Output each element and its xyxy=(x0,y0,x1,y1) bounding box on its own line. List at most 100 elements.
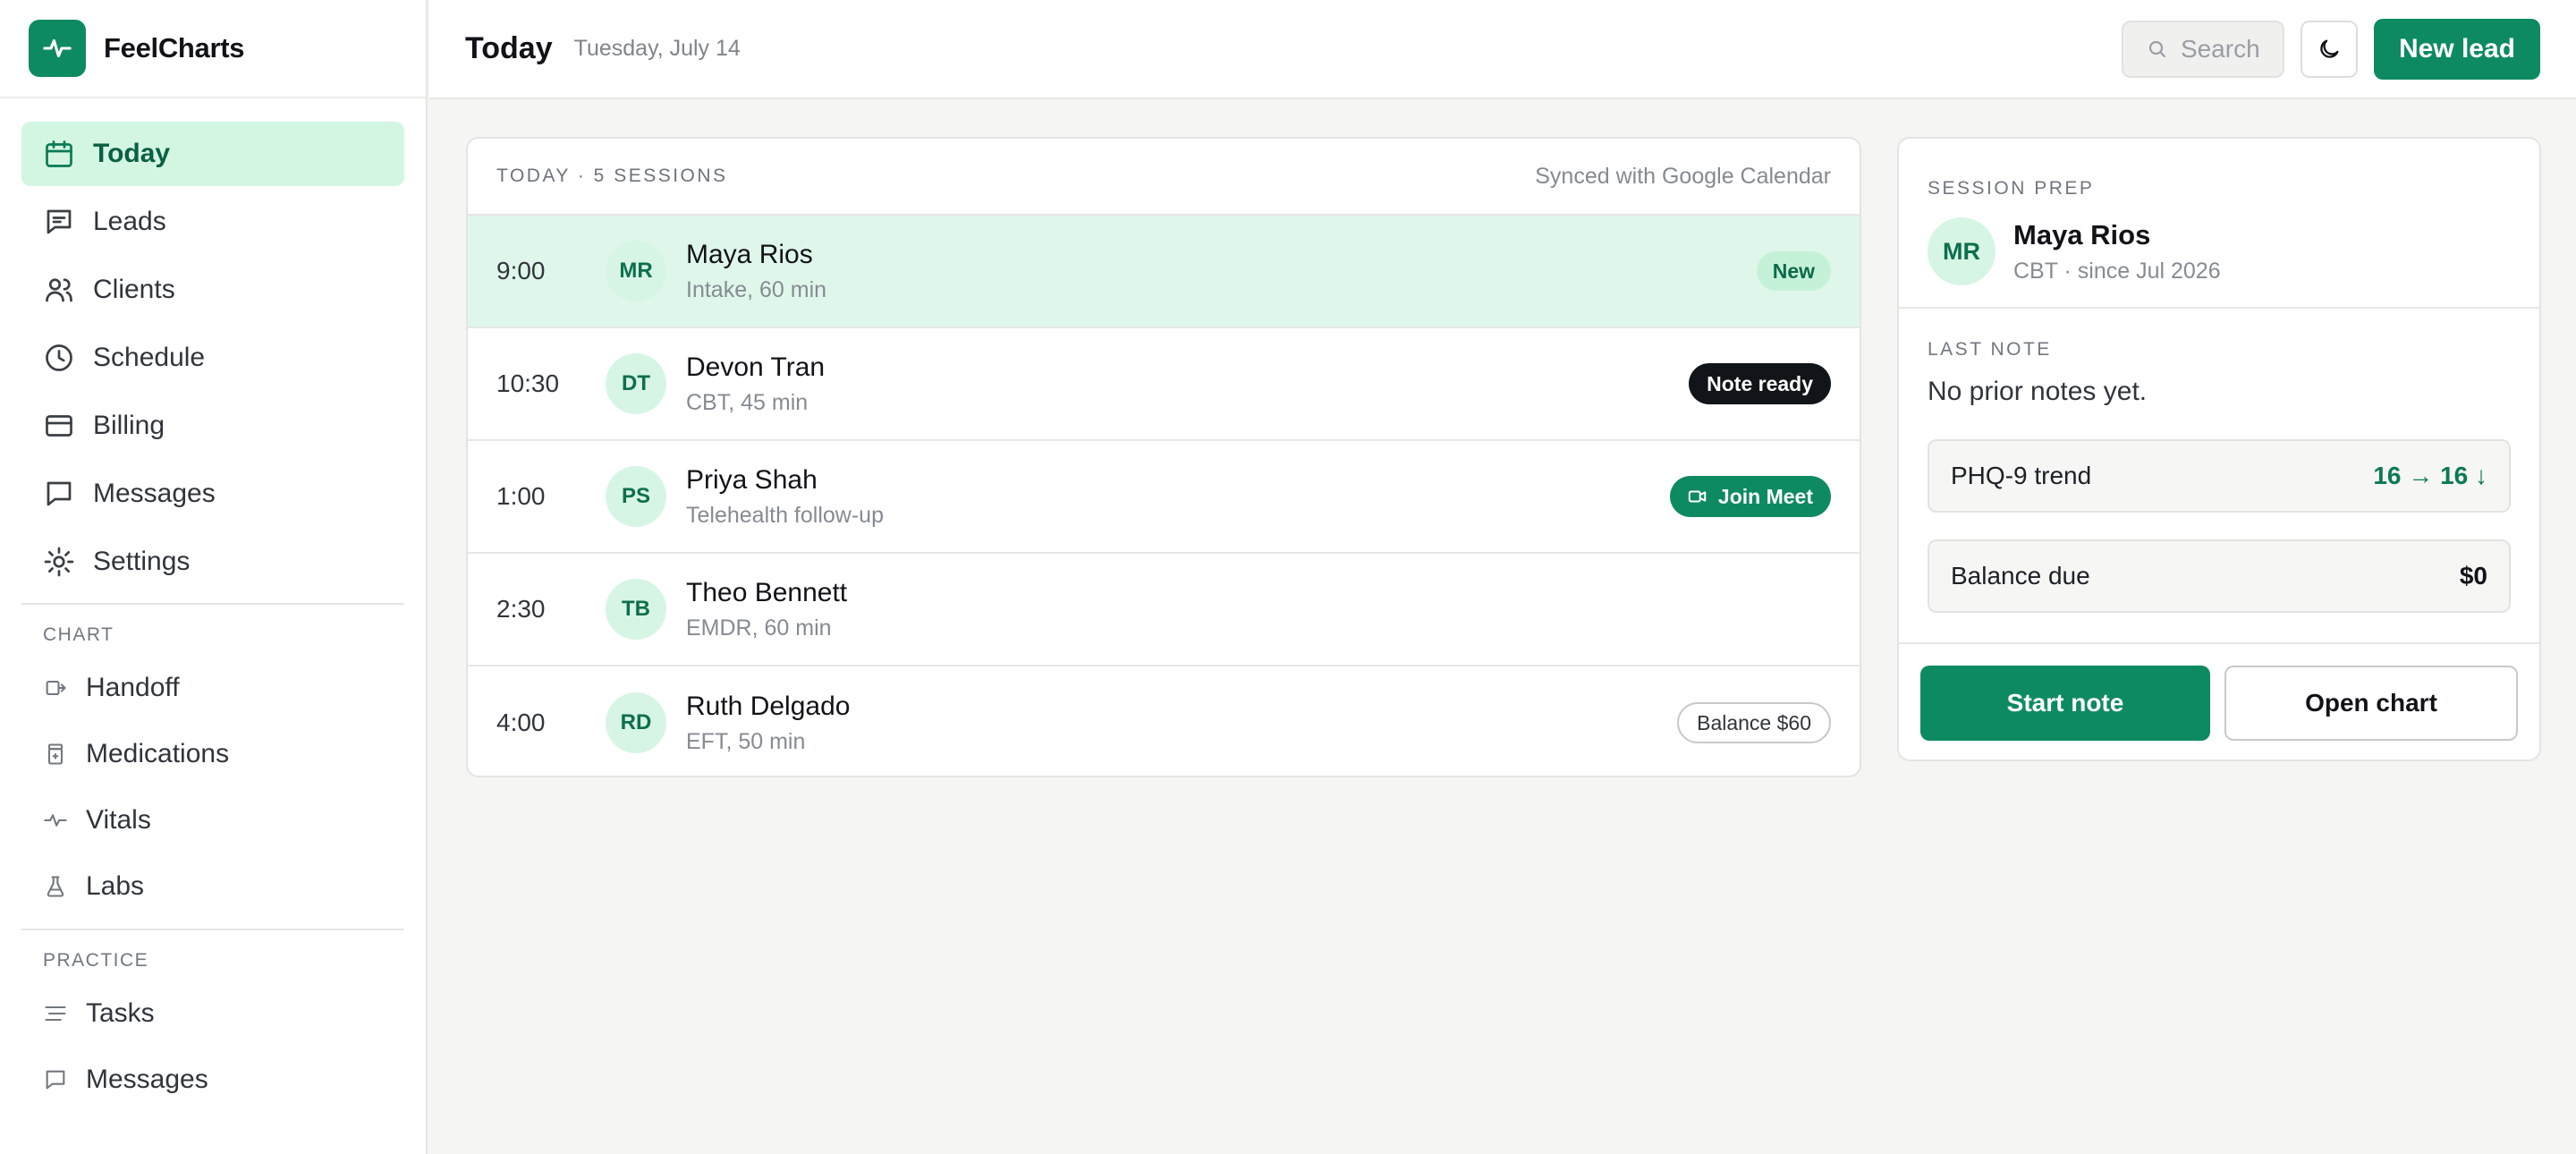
session-prep-card: SESSION PREP MR Maya Rios CBT · since Ju… xyxy=(1897,137,2541,761)
sidebar-item-billing[interactable]: Billing xyxy=(21,394,404,458)
sidebar-item-schedule[interactable]: Schedule xyxy=(21,326,404,390)
balance-due-label: Balance due xyxy=(1951,562,2090,590)
pill-bottle-icon xyxy=(43,742,68,767)
session-detail: EFT, 50 min xyxy=(686,728,806,754)
sidebar-item-handoff[interactable]: Handoff xyxy=(21,655,404,721)
video-icon xyxy=(1688,487,1718,506)
top-bar: Today Tuesday, July 14 New lead xyxy=(429,0,2576,99)
new-lead-button[interactable]: New lead xyxy=(2373,18,2540,80)
last-note-text: No prior notes yet. xyxy=(1928,377,2148,406)
start-note-button[interactable]: Start note xyxy=(1920,666,2210,741)
message-icon xyxy=(43,478,75,510)
sidebar-item-medications[interactable]: Medications xyxy=(21,721,404,787)
prep-client-name: Maya Rios xyxy=(2013,218,2151,250)
card-icon xyxy=(43,410,75,442)
flask-icon xyxy=(43,874,68,899)
sidebar-nav: Today Leads Clients Schedule Billing Mes… xyxy=(0,98,426,1113)
sidebar-item-label: Today xyxy=(93,139,171,168)
client-name: Priya Shah xyxy=(686,464,818,495)
session-status: Note ready xyxy=(1689,363,1831,404)
session-status: Balance $60 xyxy=(1677,702,1831,743)
pulse-icon xyxy=(43,808,68,833)
sidebar-item-label: Leads xyxy=(93,207,166,236)
session-row[interactable]: 2:30 TB Theo Bennett EMDR, 60 min xyxy=(468,554,1860,666)
handoff-icon xyxy=(43,675,68,700)
phq9-trend: PHQ-9 trend 16 → 16 ↓ xyxy=(1928,439,2511,513)
sidebar-item-label: Vitals xyxy=(86,805,151,835)
sidebar-item-messages[interactable]: Messages xyxy=(21,462,404,526)
theme-toggle-button[interactable] xyxy=(2300,20,2358,78)
session-info: Theo Bennett EMDR, 60 min xyxy=(686,578,847,641)
top-bar-actions: New lead xyxy=(2121,18,2540,80)
session-status: Join Meet xyxy=(1669,476,1831,517)
calendar-icon xyxy=(43,138,75,170)
balance-due-value: $0 xyxy=(2459,562,2487,590)
avatar: MR xyxy=(1928,217,1996,285)
search-input[interactable] xyxy=(2180,34,2279,64)
page-title: Today xyxy=(465,31,553,65)
sidebar-item-label: Medications xyxy=(86,739,230,768)
session-status: New xyxy=(1756,251,1831,291)
session-row[interactable]: 9:00 MR Maya Rios Intake, 60 min New xyxy=(468,216,1860,328)
sidebar-item-label: Labs xyxy=(86,871,145,901)
pulse-icon xyxy=(29,20,86,77)
last-note-label: LAST NOTE xyxy=(1928,339,2052,360)
session-detail: CBT, 45 min xyxy=(686,389,809,415)
session-time: 10:30 xyxy=(496,369,560,397)
balance-due: Balance due $0 xyxy=(1928,539,2511,613)
avatar: MR xyxy=(606,241,666,301)
sidebar-item-settings[interactable]: Settings xyxy=(21,530,404,594)
session-row[interactable]: 1:00 PS Priya Shah Telehealth follow-up … xyxy=(468,441,1860,554)
session-detail: Telehealth follow-up xyxy=(686,502,884,528)
prep-client: MR Maya Rios CBT · since Jul 2026 xyxy=(1928,217,2511,285)
session-time: 9:00 xyxy=(496,257,546,284)
sessions-card: TODAY · 5 SESSIONS Synced with Google Ca… xyxy=(466,137,1861,777)
sidebar-item-label: Settings xyxy=(93,547,191,576)
prep-header: SESSION PREP MR Maya Rios CBT · since Ju… xyxy=(1899,139,2539,309)
session-info: Maya Rios Intake, 60 min xyxy=(686,240,826,303)
sidebar-item-label: Billing xyxy=(93,411,165,440)
sidebar-item-labs[interactable]: Labs xyxy=(21,853,404,920)
sync-status: Synced with Google Calendar xyxy=(1535,163,1831,189)
search-icon xyxy=(2147,38,2168,60)
sidebar-item-label: Schedule xyxy=(93,343,206,372)
client-name: Devon Tran xyxy=(686,352,826,382)
session-time: 2:30 xyxy=(496,595,546,623)
sidebar-item-clients[interactable]: Clients xyxy=(21,258,404,322)
join-meet-button[interactable]: Join Meet xyxy=(1669,476,1831,517)
sidebar-item-label: Handoff xyxy=(86,673,180,702)
session-row[interactable]: 10:30 DT Devon Tran CBT, 45 min Note rea… xyxy=(468,328,1860,441)
chat-lines-icon xyxy=(43,206,75,238)
phq9-trend-label: PHQ-9 trend xyxy=(1951,462,2092,489)
prep-details: LAST NOTE No prior notes yet. PHQ-9 tren… xyxy=(1899,309,2539,644)
gear-icon xyxy=(43,546,75,578)
session-info: Priya Shah Telehealth follow-up xyxy=(686,465,884,529)
avatar: DT xyxy=(606,353,666,414)
sidebar-item-tasks[interactable]: Tasks xyxy=(21,980,404,1047)
sidebar-item-label: Clients xyxy=(93,275,175,304)
session-time: 1:00 xyxy=(496,482,546,510)
section-label-chart: CHART xyxy=(43,624,114,645)
join-meet-label: Join Meet xyxy=(1717,484,1813,508)
prep-label: SESSION PREP xyxy=(1928,178,2095,199)
sessions-title: TODAY · 5 SESSIONS xyxy=(496,165,728,186)
sidebar-item-practice-messages[interactable]: Messages xyxy=(21,1047,404,1113)
app-name: FeelCharts xyxy=(104,32,245,64)
clock-icon xyxy=(43,342,75,374)
users-icon xyxy=(43,274,75,306)
search-box[interactable] xyxy=(2121,20,2284,78)
open-chart-button[interactable]: Open chart xyxy=(2224,666,2518,741)
avatar: RD xyxy=(606,692,666,753)
prep-client-meta: CBT · since Jul 2026 xyxy=(2013,258,2221,284)
client-name: Ruth Delgado xyxy=(686,691,851,721)
message-icon xyxy=(43,1067,68,1092)
brand: FeelCharts xyxy=(0,0,426,98)
client-name: Maya Rios xyxy=(686,239,813,269)
status-badge: New xyxy=(1756,251,1831,291)
session-row[interactable]: 4:00 RD Ruth Delgado EFT, 50 min Balance… xyxy=(468,666,1860,776)
prep-actions: Start note Open chart xyxy=(1899,644,2539,741)
sidebar-item-leads[interactable]: Leads xyxy=(21,190,404,254)
sidebar-item-today[interactable]: Today xyxy=(21,122,404,186)
sidebar-item-vitals[interactable]: Vitals xyxy=(21,787,404,853)
balance-badge: Balance $60 xyxy=(1677,702,1831,743)
